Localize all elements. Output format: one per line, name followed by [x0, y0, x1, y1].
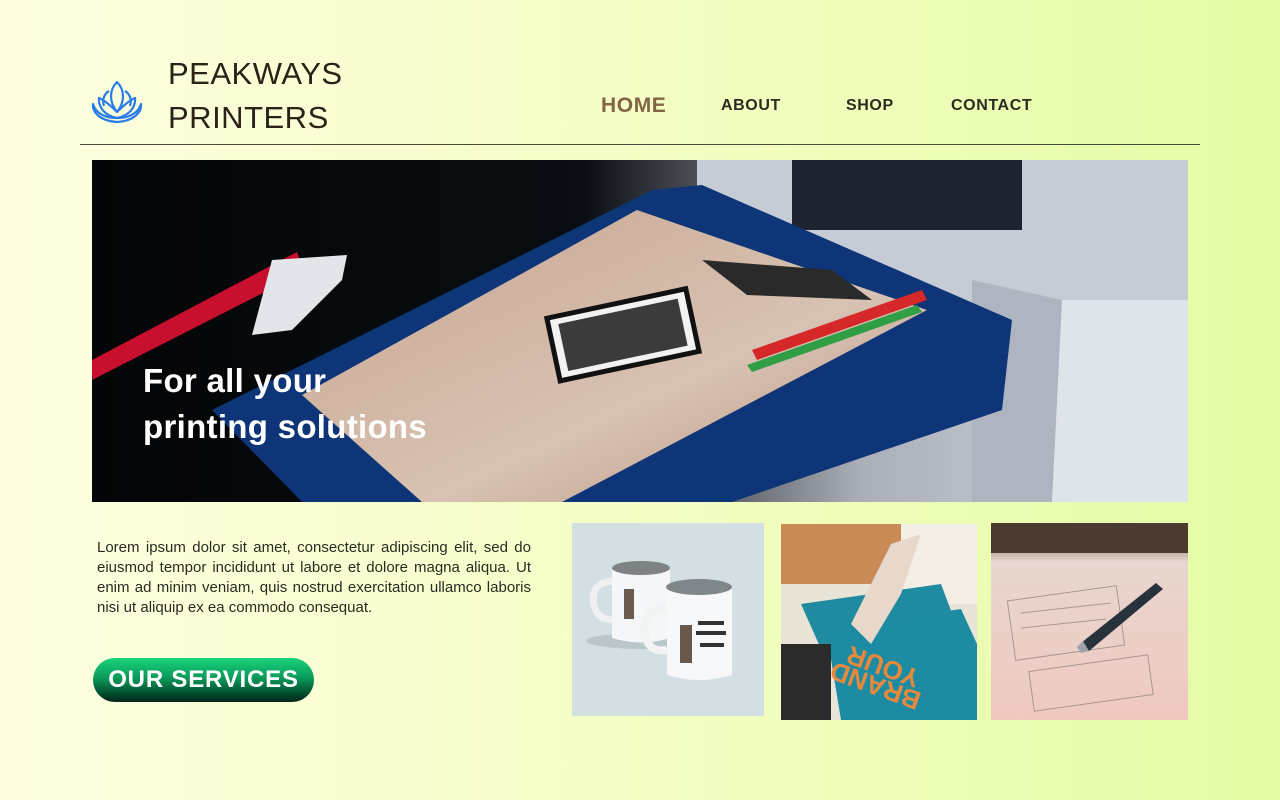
- nav-shop-link[interactable]: SHOP: [846, 97, 894, 115]
- nav-contact-link[interactable]: CONTACT: [951, 97, 1032, 115]
- hero-tagline-line-2: printing solutions: [143, 408, 428, 445]
- gallery-image-tshirts[interactable]: YOUR BRAND: [781, 524, 977, 720]
- brand-line-1: PEAKWAYS: [168, 56, 343, 91]
- brand-line-2: PRINTERS: [168, 100, 329, 135]
- lotus-icon[interactable]: [90, 78, 144, 124]
- sketch-pen-photo: [991, 523, 1188, 720]
- tshirt-printing-photo: YOUR BRAND: [781, 524, 977, 720]
- nav-home-link[interactable]: HOME: [601, 94, 666, 118]
- hero-tagline: For all your printing solutions: [143, 358, 427, 450]
- our-services-button[interactable]: OUR SERVICES: [93, 658, 314, 702]
- intro-paragraph: Lorem ipsum dolor sit amet, consectetur …: [97, 539, 531, 616]
- gallery-image-mugs[interactable]: [572, 523, 764, 716]
- brand-name[interactable]: PEAKWAYS PRINTERS: [168, 52, 343, 140]
- hero-printer-image: [92, 160, 1188, 502]
- nav-about-link[interactable]: ABOUT: [721, 97, 781, 115]
- header-divider: [80, 144, 1200, 145]
- gallery-image-sketch[interactable]: [991, 523, 1188, 720]
- hero-banner: For all your printing solutions: [92, 160, 1188, 502]
- hero-tagline-line-1: For all your: [143, 362, 327, 399]
- mugs-photo: [572, 523, 764, 716]
